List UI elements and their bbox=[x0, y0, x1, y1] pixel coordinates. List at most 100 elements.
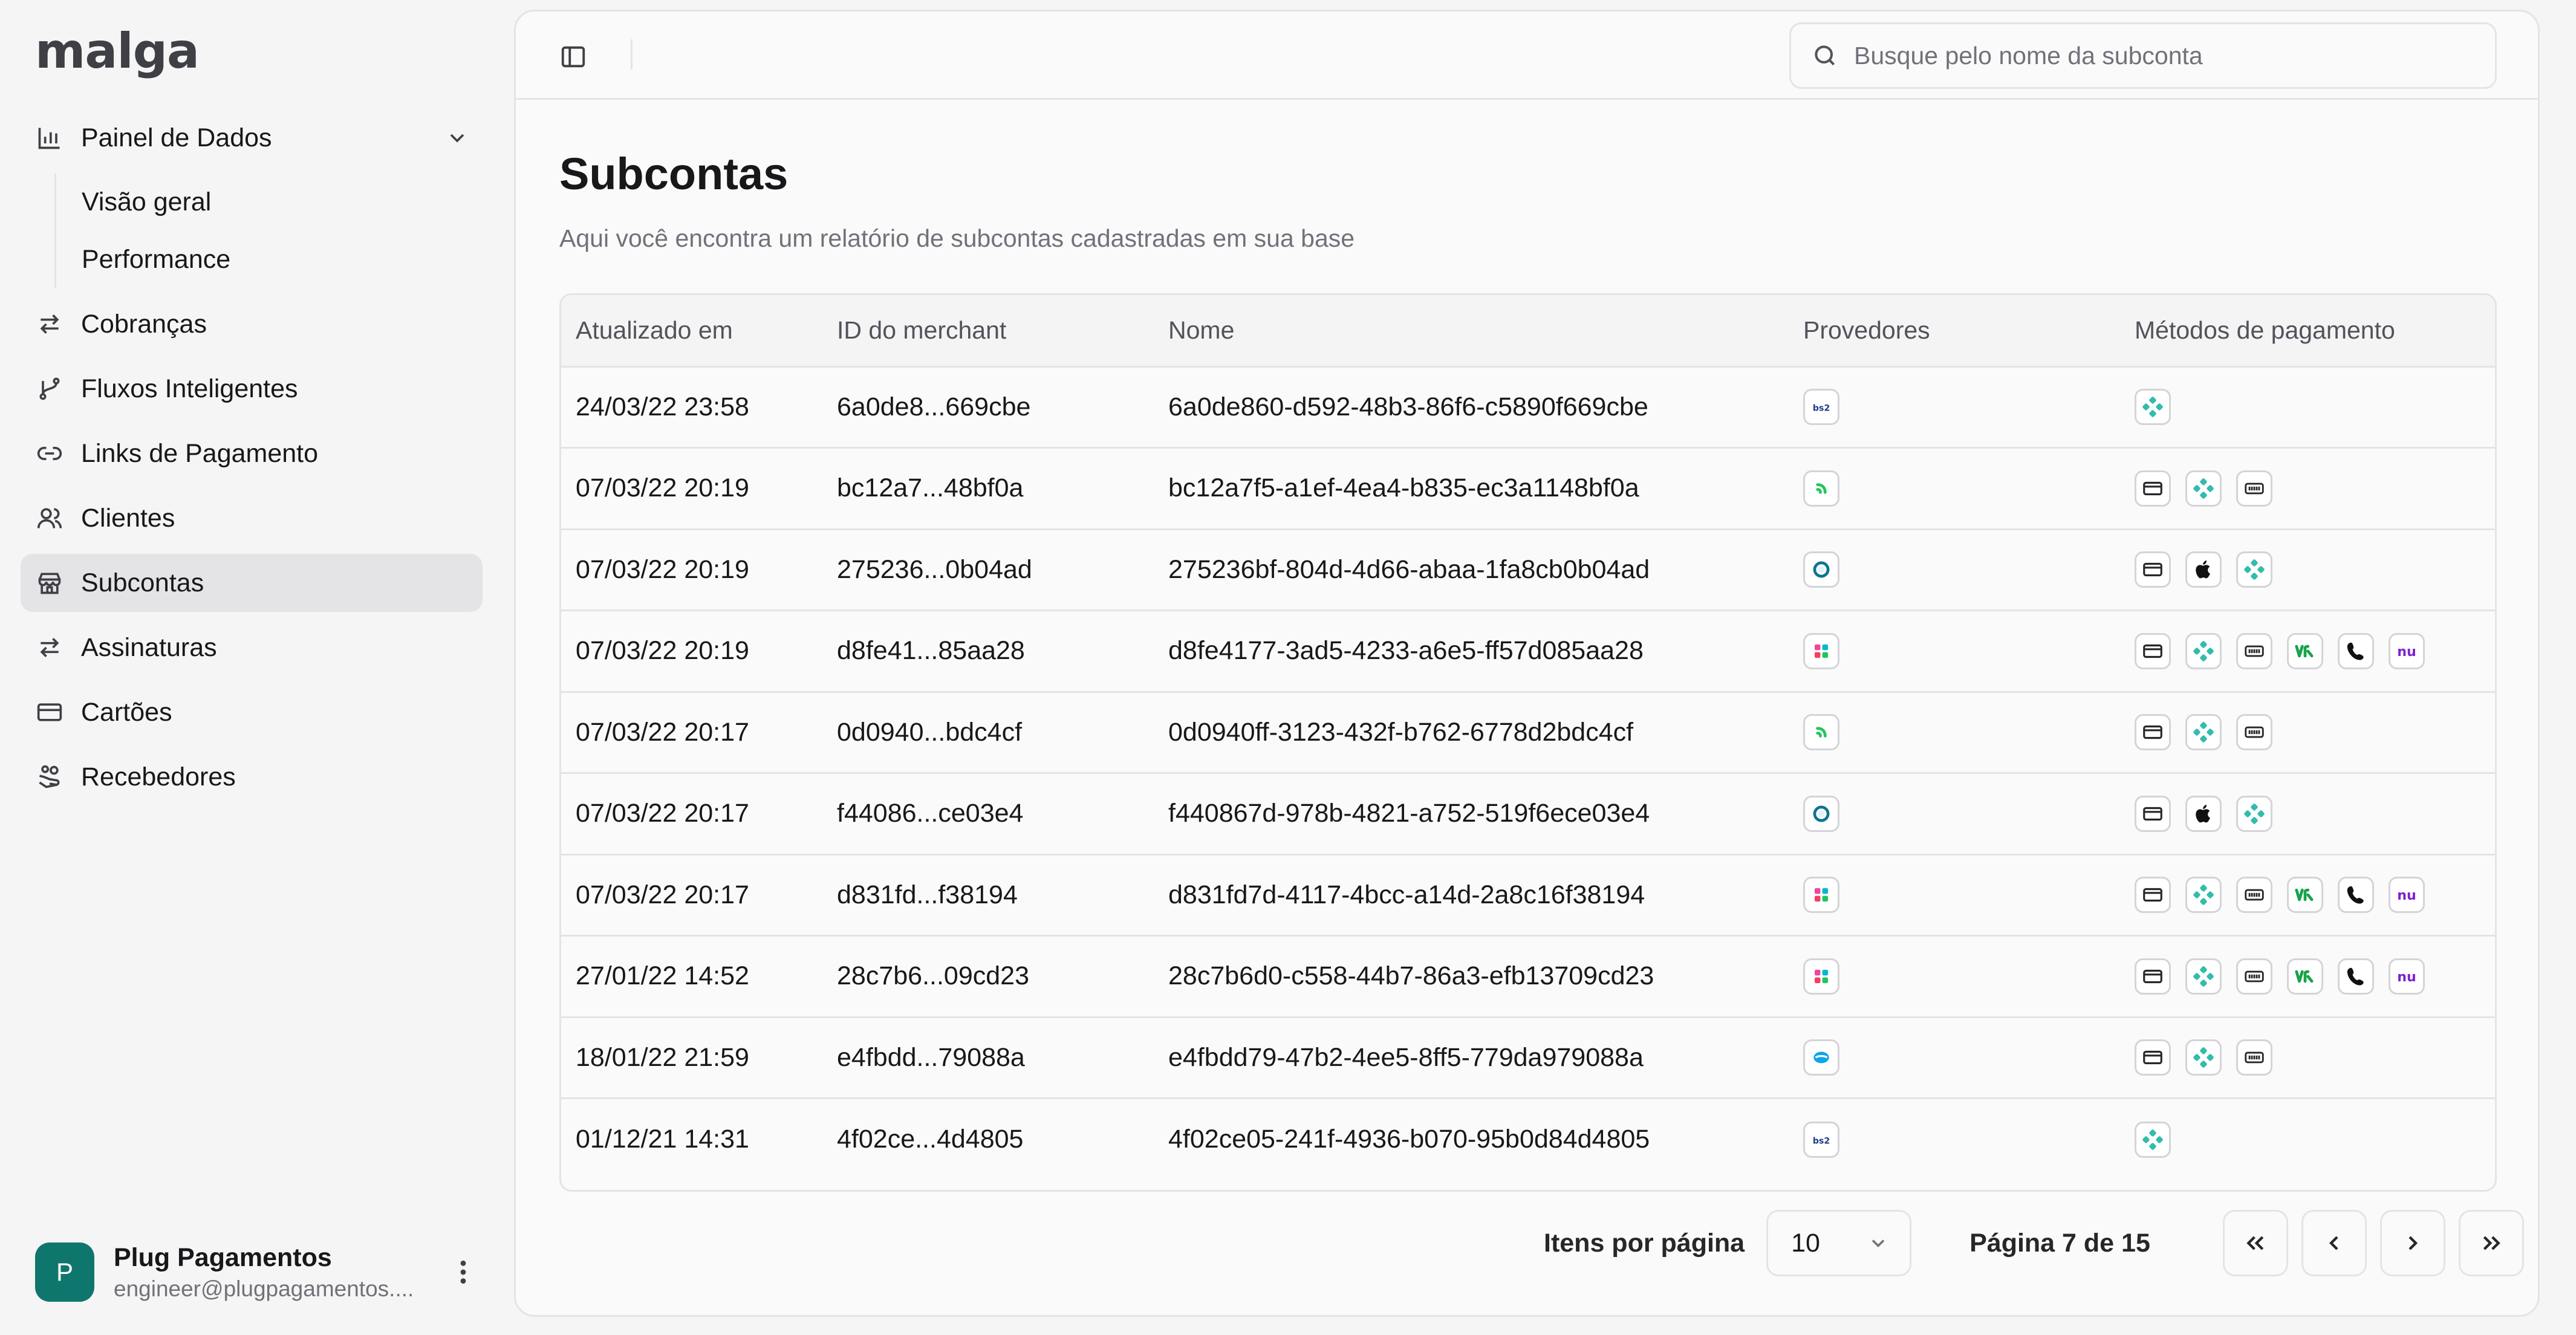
cell-payment-methods bbox=[2135, 690, 2495, 773]
table-row[interactable]: 07/03/22 20:17 f44086...ce03e4 f440867d-97… bbox=[561, 772, 2495, 854]
green-provider-icon bbox=[1803, 470, 1839, 507]
items-per-page-label: Itens por página bbox=[1544, 1228, 1745, 1258]
table-row[interactable]: 07/03/22 20:19 bc12a7...48bf0a bc12a7f5-a1… bbox=[561, 447, 2495, 529]
cell-payment-methods bbox=[2135, 1097, 2495, 1180]
picpay-icon bbox=[2338, 877, 2374, 914]
cell-provider bbox=[1803, 935, 2135, 1017]
bs2-provider-icon: bs2 bbox=[1803, 389, 1839, 426]
store-icon bbox=[35, 568, 64, 597]
sidebar-item-assinaturas[interactable]: Assinaturas bbox=[21, 619, 483, 677]
app-root: malga Painel de Dados Visão geral Perfor… bbox=[0, 0, 2576, 1335]
cell-merchant-id: d8fe41...85aa28 bbox=[837, 609, 1168, 692]
table-row[interactable]: 18/01/22 21:59 e4fbdd...79088a e4fbdd79-47… bbox=[561, 1016, 2495, 1099]
column-header-providers[interactable]: Provedores bbox=[1803, 295, 2135, 368]
pix-icon bbox=[2185, 877, 2222, 914]
sidebar-item-label: Recebedores bbox=[81, 762, 236, 791]
multi-provider-icon bbox=[1803, 632, 1839, 669]
credit-card-icon bbox=[2135, 470, 2171, 507]
link-icon bbox=[35, 439, 64, 468]
sidebar-toggle-icon[interactable] bbox=[558, 42, 588, 72]
profile-name: Plug Pagamentos bbox=[114, 1242, 332, 1272]
pix-icon bbox=[2135, 389, 2171, 426]
pix-icon bbox=[2185, 714, 2222, 751]
pagination: Itens por página 10 Página 7 de 15 bbox=[1544, 1210, 2524, 1276]
cell-merchant-id: d831fd...f38194 bbox=[837, 853, 1168, 936]
cell-payment-methods: nu bbox=[2135, 935, 2495, 1017]
sidebar-item-links-de-pagamento[interactable]: Links de Pagamento bbox=[21, 424, 483, 482]
sidebar-item-visao-geral[interactable]: Visão geral bbox=[56, 174, 483, 231]
cell-merchant-id: 0d0940...bdc4cf bbox=[837, 690, 1168, 773]
table-row[interactable]: 07/03/22 20:17 0d0940...bdc4cf 0d0940ff-31… bbox=[561, 690, 2495, 773]
cell-name: 275236bf-804d-4d66-abaa-1fa8cb0b04ad bbox=[1168, 528, 1803, 611]
sidebar-nav: Painel de Dados Visão geral Performance … bbox=[21, 109, 483, 813]
chevron-down-icon[interactable] bbox=[445, 126, 469, 150]
cell-payment-methods bbox=[2135, 447, 2495, 529]
cell-updated: 07/03/22 20:19 bbox=[561, 528, 837, 611]
cell-updated: 07/03/22 20:17 bbox=[561, 690, 837, 773]
column-header-payment-methods[interactable]: Métodos de pagamento bbox=[2135, 295, 2495, 368]
cell-name: d8fe4177-3ad5-4233-a6e5-ff57d085aa28 bbox=[1168, 609, 1803, 692]
cell-payment-methods: nu bbox=[2135, 609, 2495, 692]
cell-updated: 07/03/22 20:17 bbox=[561, 853, 837, 936]
search-box[interactable] bbox=[1789, 22, 2497, 89]
svg-text:bs2: bs2 bbox=[1813, 404, 1830, 414]
pix-icon bbox=[2135, 1121, 2171, 1158]
sidebar-item-label: Assinaturas bbox=[81, 632, 217, 662]
sidebar-item-fluxos-inteligentes[interactable]: Fluxos Inteligentes bbox=[21, 360, 483, 418]
arrows-exchange-icon bbox=[35, 310, 64, 339]
avatar: P bbox=[35, 1242, 94, 1302]
sidebar-item-label: Fluxos Inteligentes bbox=[81, 374, 298, 403]
items-per-page-value: 10 bbox=[1791, 1228, 1820, 1258]
sidebar-submenu: Visão geral Performance bbox=[54, 174, 483, 288]
table-row[interactable]: 27/01/22 14:52 28c7b6...09cd23 28c7b6d0-c5… bbox=[561, 935, 2495, 1017]
cell-name: f440867d-978b-4821-a752-519f6ece03e4 bbox=[1168, 772, 1803, 854]
page-subtitle: Aqui você encontra um relatório de subco… bbox=[559, 224, 1355, 252]
cell-name: bc12a7f5-a1ef-4ea4-b835-ec3a1148bf0a bbox=[1168, 447, 1803, 529]
boleto-icon bbox=[2236, 470, 2272, 507]
sidebar-item-cartoes[interactable]: Cartões bbox=[21, 683, 483, 741]
multi-provider-icon bbox=[1803, 877, 1839, 914]
column-header-merchant-id[interactable]: ID do merchant bbox=[837, 295, 1168, 368]
cell-merchant-id: bc12a7...48bf0a bbox=[837, 447, 1168, 529]
cell-provider bbox=[1803, 690, 2135, 773]
picpay-icon bbox=[2338, 632, 2374, 669]
column-header-name[interactable]: Nome bbox=[1168, 295, 1803, 368]
column-header-updated[interactable]: Atualizado em bbox=[561, 295, 837, 368]
more-vertical-icon[interactable] bbox=[450, 1254, 476, 1290]
sidebar-item-clientes[interactable]: Clientes bbox=[21, 489, 483, 547]
blue-provider-icon bbox=[1803, 1039, 1839, 1076]
repeat-icon bbox=[35, 633, 64, 662]
previous-page-button[interactable] bbox=[2301, 1210, 2367, 1276]
topbar bbox=[516, 11, 2538, 100]
sidebar-item-painel-de-dados[interactable]: Painel de Dados bbox=[21, 109, 483, 167]
items-per-page-select[interactable]: 10 bbox=[1766, 1210, 1912, 1276]
sidebar-item-subcontas[interactable]: Subcontas bbox=[21, 554, 483, 612]
table-row[interactable]: 24/03/22 23:58 6a0de8...669cbe 6a0de860-d5… bbox=[561, 366, 2495, 448]
table-row[interactable]: 07/03/22 20:19 275236...0b04ad 275236bf-80… bbox=[561, 528, 2495, 611]
user-profile[interactable]: P Plug Pagamentos engineer@plugpagamento… bbox=[35, 1241, 476, 1304]
boleto-icon bbox=[2236, 714, 2272, 751]
credit-card-icon bbox=[2135, 958, 2171, 995]
table-row[interactable]: 07/03/22 20:17 d831fd...f38194 d831fd7d-41… bbox=[561, 853, 2495, 936]
first-page-button[interactable] bbox=[2222, 1210, 2288, 1276]
search-input[interactable] bbox=[1854, 41, 2459, 70]
sidebar-item-cobrancas[interactable]: Cobranças bbox=[21, 295, 483, 353]
subaccounts-table: Atualizado em ID do merchant Nome Proved… bbox=[559, 293, 2497, 1192]
credit-card-icon bbox=[2135, 877, 2171, 914]
cell-provider bbox=[1803, 447, 2135, 529]
chevron-right-icon bbox=[2408, 1236, 2418, 1250]
next-page-button[interactable] bbox=[2379, 1210, 2445, 1276]
credit-card-icon bbox=[2135, 1039, 2171, 1076]
last-page-button[interactable] bbox=[2458, 1210, 2524, 1276]
ring-provider-icon bbox=[1803, 795, 1839, 832]
table-row[interactable]: 07/03/22 20:19 d8fe41...85aa28 d8fe4177-3a… bbox=[561, 609, 2495, 692]
green-provider-icon bbox=[1803, 714, 1839, 751]
bs2-provider-icon: bs2 bbox=[1803, 1121, 1839, 1158]
sidebar-item-performance[interactable]: Performance bbox=[56, 231, 483, 288]
sidebar-item-recebedores[interactable]: Recebedores bbox=[21, 748, 483, 806]
boleto-icon bbox=[2236, 958, 2272, 995]
boleto-icon bbox=[2236, 632, 2272, 669]
cell-merchant-id: 28c7b6...09cd23 bbox=[837, 935, 1168, 1017]
nubank-icon: nu bbox=[2389, 958, 2425, 995]
table-row[interactable]: 01/12/21 14:31 4f02ce...4d4805 4f02ce05-24… bbox=[561, 1097, 2495, 1180]
